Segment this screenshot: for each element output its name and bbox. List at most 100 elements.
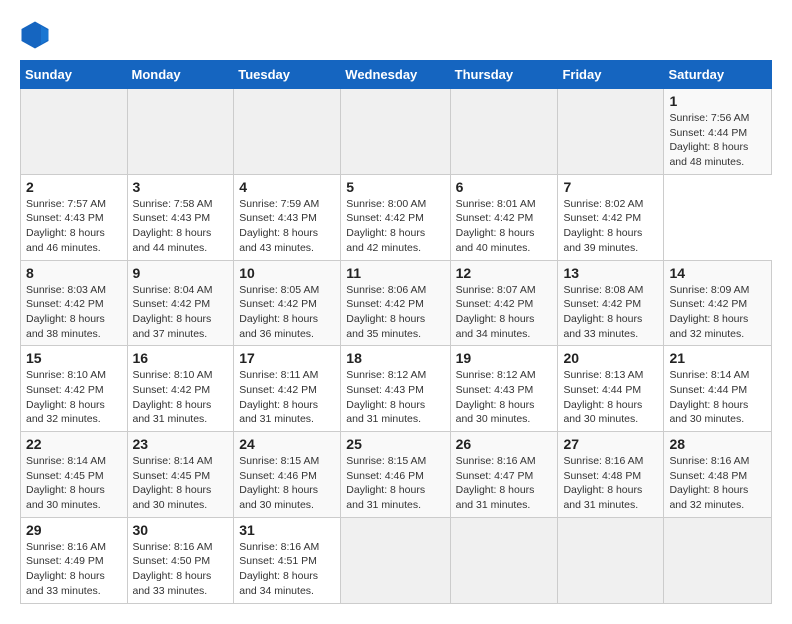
day-info: Sunrise: 8:04 AMSunset: 4:42 PMDaylight:… (133, 283, 229, 342)
day-cell-6: 6 Sunrise: 8:01 AMSunset: 4:42 PMDayligh… (450, 174, 558, 260)
empty-cell (21, 89, 128, 175)
day-info: Sunrise: 7:58 AMSunset: 4:43 PMDaylight:… (133, 197, 229, 256)
day-cell-18: 18 Sunrise: 8:12 AMSunset: 4:43 PMDaylig… (341, 346, 450, 432)
day-info: Sunrise: 8:10 AMSunset: 4:42 PMDaylight:… (133, 368, 229, 427)
day-cell-15: 15 Sunrise: 8:10 AMSunset: 4:42 PMDaylig… (21, 346, 128, 432)
day-cell-7: 7 Sunrise: 8:02 AMSunset: 4:42 PMDayligh… (558, 174, 664, 260)
day-cell-24: 24 Sunrise: 8:15 AMSunset: 4:46 PMDaylig… (234, 432, 341, 518)
day-cell-11: 11 Sunrise: 8:06 AMSunset: 4:42 PMDaylig… (341, 260, 450, 346)
calendar: SundayMondayTuesdayWednesdayThursdayFrid… (20, 60, 772, 604)
day-cell-3: 3 Sunrise: 7:58 AMSunset: 4:43 PMDayligh… (127, 174, 234, 260)
day-info: Sunrise: 8:15 AMSunset: 4:46 PMDaylight:… (239, 454, 335, 513)
calendar-week-6: 29 Sunrise: 8:16 AMSunset: 4:49 PMDaylig… (21, 517, 772, 603)
day-cell-23: 23 Sunrise: 8:14 AMSunset: 4:45 PMDaylig… (127, 432, 234, 518)
header (20, 20, 772, 50)
empty-cell (127, 89, 234, 175)
day-info: Sunrise: 8:00 AMSunset: 4:42 PMDaylight:… (346, 197, 444, 256)
day-number: 29 (26, 522, 122, 538)
day-info: Sunrise: 8:12 AMSunset: 4:43 PMDaylight:… (456, 368, 553, 427)
day-info: Sunrise: 8:01 AMSunset: 4:42 PMDaylight:… (456, 197, 553, 256)
calendar-week-1: 1 Sunrise: 7:56 AMSunset: 4:44 PMDayligh… (21, 89, 772, 175)
day-header-sunday: Sunday (21, 61, 128, 89)
day-number: 7 (563, 179, 658, 195)
day-info: Sunrise: 8:16 AMSunset: 4:47 PMDaylight:… (456, 454, 553, 513)
day-cell-31: 31 Sunrise: 8:16 AMSunset: 4:51 PMDaylig… (234, 517, 341, 603)
day-info: Sunrise: 8:13 AMSunset: 4:44 PMDaylight:… (563, 368, 658, 427)
day-number: 3 (133, 179, 229, 195)
day-number: 9 (133, 265, 229, 281)
day-cell-25: 25 Sunrise: 8:15 AMSunset: 4:46 PMDaylig… (341, 432, 450, 518)
day-number: 24 (239, 436, 335, 452)
day-number: 31 (239, 522, 335, 538)
day-number: 2 (26, 179, 122, 195)
day-number: 22 (26, 436, 122, 452)
day-number: 8 (26, 265, 122, 281)
day-cell-10: 10 Sunrise: 8:05 AMSunset: 4:42 PMDaylig… (234, 260, 341, 346)
day-header-tuesday: Tuesday (234, 61, 341, 89)
empty-cell (341, 517, 450, 603)
day-number: 10 (239, 265, 335, 281)
day-cell-19: 19 Sunrise: 8:12 AMSunset: 4:43 PMDaylig… (450, 346, 558, 432)
day-number: 25 (346, 436, 444, 452)
day-cell-13: 13 Sunrise: 8:08 AMSunset: 4:42 PMDaylig… (558, 260, 664, 346)
day-number: 26 (456, 436, 553, 452)
day-info: Sunrise: 8:16 AMSunset: 4:49 PMDaylight:… (26, 540, 122, 599)
day-cell-5: 5 Sunrise: 8:00 AMSunset: 4:42 PMDayligh… (341, 174, 450, 260)
day-info: Sunrise: 8:06 AMSunset: 4:42 PMDaylight:… (346, 283, 444, 342)
day-info: Sunrise: 8:10 AMSunset: 4:42 PMDaylight:… (26, 368, 122, 427)
day-number: 30 (133, 522, 229, 538)
day-header-saturday: Saturday (664, 61, 772, 89)
empty-cell (234, 89, 341, 175)
day-number: 13 (563, 265, 658, 281)
day-number: 6 (456, 179, 553, 195)
day-cell-28: 28 Sunrise: 8:16 AMSunset: 4:48 PMDaylig… (664, 432, 772, 518)
empty-cell (450, 517, 558, 603)
day-info: Sunrise: 8:14 AMSunset: 4:45 PMDaylight:… (26, 454, 122, 513)
empty-cell (558, 517, 664, 603)
day-number: 4 (239, 179, 335, 195)
day-info: Sunrise: 8:02 AMSunset: 4:42 PMDaylight:… (563, 197, 658, 256)
day-info: Sunrise: 8:03 AMSunset: 4:42 PMDaylight:… (26, 283, 122, 342)
logo (20, 20, 54, 50)
day-cell-1: 1 Sunrise: 7:56 AMSunset: 4:44 PMDayligh… (664, 89, 772, 175)
day-number: 20 (563, 350, 658, 366)
empty-cell (664, 517, 772, 603)
calendar-week-2: 2 Sunrise: 7:57 AMSunset: 4:43 PMDayligh… (21, 174, 772, 260)
day-cell-8: 8 Sunrise: 8:03 AMSunset: 4:42 PMDayligh… (21, 260, 128, 346)
day-info: Sunrise: 8:07 AMSunset: 4:42 PMDaylight:… (456, 283, 553, 342)
day-cell-22: 22 Sunrise: 8:14 AMSunset: 4:45 PMDaylig… (21, 432, 128, 518)
day-number: 19 (456, 350, 553, 366)
day-cell-17: 17 Sunrise: 8:11 AMSunset: 4:42 PMDaylig… (234, 346, 341, 432)
empty-cell (558, 89, 664, 175)
day-info: Sunrise: 8:16 AMSunset: 4:51 PMDaylight:… (239, 540, 335, 599)
calendar-week-5: 22 Sunrise: 8:14 AMSunset: 4:45 PMDaylig… (21, 432, 772, 518)
day-info: Sunrise: 8:09 AMSunset: 4:42 PMDaylight:… (669, 283, 766, 342)
day-number: 17 (239, 350, 335, 366)
day-info: Sunrise: 8:12 AMSunset: 4:43 PMDaylight:… (346, 368, 444, 427)
day-header-wednesday: Wednesday (341, 61, 450, 89)
day-cell-4: 4 Sunrise: 7:59 AMSunset: 4:43 PMDayligh… (234, 174, 341, 260)
day-info: Sunrise: 7:57 AMSunset: 4:43 PMDaylight:… (26, 197, 122, 256)
calendar-week-3: 8 Sunrise: 8:03 AMSunset: 4:42 PMDayligh… (21, 260, 772, 346)
day-number: 27 (563, 436, 658, 452)
day-info: Sunrise: 8:08 AMSunset: 4:42 PMDaylight:… (563, 283, 658, 342)
day-number: 23 (133, 436, 229, 452)
calendar-week-4: 15 Sunrise: 8:10 AMSunset: 4:42 PMDaylig… (21, 346, 772, 432)
empty-cell (341, 89, 450, 175)
day-info: Sunrise: 7:56 AMSunset: 4:44 PMDaylight:… (669, 111, 766, 170)
day-number: 5 (346, 179, 444, 195)
day-number: 21 (669, 350, 766, 366)
day-cell-21: 21 Sunrise: 8:14 AMSunset: 4:44 PMDaylig… (664, 346, 772, 432)
day-number: 18 (346, 350, 444, 366)
day-info: Sunrise: 8:11 AMSunset: 4:42 PMDaylight:… (239, 368, 335, 427)
day-cell-16: 16 Sunrise: 8:10 AMSunset: 4:42 PMDaylig… (127, 346, 234, 432)
day-number: 12 (456, 265, 553, 281)
day-cell-2: 2 Sunrise: 7:57 AMSunset: 4:43 PMDayligh… (21, 174, 128, 260)
day-number: 15 (26, 350, 122, 366)
day-number: 11 (346, 265, 444, 281)
day-header-thursday: Thursday (450, 61, 558, 89)
day-cell-27: 27 Sunrise: 8:16 AMSunset: 4:48 PMDaylig… (558, 432, 664, 518)
day-cell-26: 26 Sunrise: 8:16 AMSunset: 4:47 PMDaylig… (450, 432, 558, 518)
day-info: Sunrise: 8:14 AMSunset: 4:44 PMDaylight:… (669, 368, 766, 427)
day-number: 14 (669, 265, 766, 281)
